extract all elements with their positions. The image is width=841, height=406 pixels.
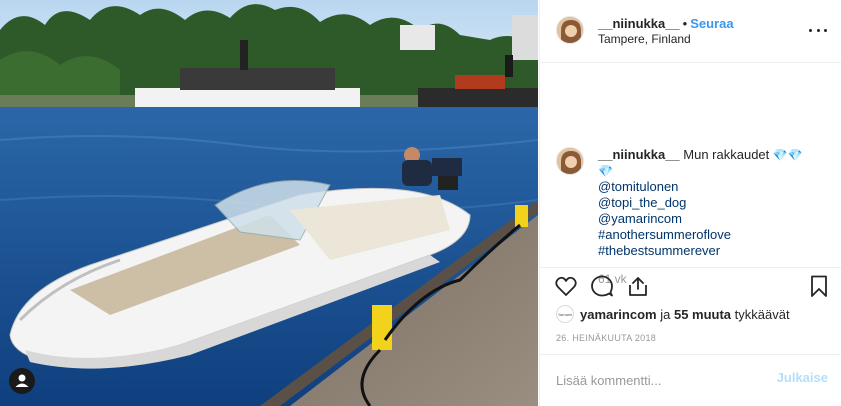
more-options-icon[interactable] [809,22,827,38]
author-username[interactable]: __niinukka__ [598,16,680,31]
user-tag-icon[interactable] [9,368,35,394]
hashtag-link[interactable]: #thebestsummerever [598,243,828,259]
bookmark-icon[interactable] [807,274,831,298]
caption-author-avatar[interactable] [556,147,584,175]
mention-link[interactable]: @tomitulonen [598,179,828,195]
post-location[interactable]: Tampere, Finland [598,32,691,46]
author-avatar[interactable] [556,16,584,44]
heart-icon[interactable] [554,274,578,298]
mention-link[interactable]: @yamarincom [598,211,828,227]
post-comment-button[interactable]: Julkaise [777,370,828,385]
post-header: __niinukka__ • Seuraa Tampere, Finland [540,0,841,63]
comment-icon[interactable] [590,274,614,298]
post-photo[interactable] [0,0,538,406]
share-icon[interactable] [626,274,650,298]
caption-username[interactable]: __niinukka__ [598,147,680,162]
post-side-panel: __niinukka__ • Seuraa Tampere, Finland __n… [539,0,841,406]
caption-text: __niinukka__ Mun rakkaudet 💎💎 💎 @tomitul… [598,147,828,259]
boat-photo-illustration [0,0,538,406]
separator-dot: • [682,16,688,31]
liker-username[interactable]: yamarincom [580,307,657,322]
mention-link[interactable]: @topi_the_dog [598,195,828,211]
post-date[interactable]: 26. HEINÄKUUTA 2018 [556,333,656,343]
gem-emoji: 💎 [598,164,613,178]
gem-emoji: 💎 [787,148,803,162]
liker-avatar[interactable]: Yamarin [556,305,574,323]
author-line: __niinukka__ • Seuraa [598,16,734,31]
follow-button[interactable]: Seuraa [690,16,733,31]
add-comment-section: Julkaise [540,354,841,406]
hashtag-link[interactable]: #anothersummeroflove [598,227,828,243]
gem-emoji: 💎 [772,148,788,162]
likes-joiner: ja [660,306,671,322]
likes-suffix: tykkäävät [734,306,790,322]
caption-area: __niinukka__ Mun rakkaudet 💎💎 💎 @tomitul… [540,63,841,286]
comment-input[interactable] [556,369,756,391]
likes-summary: Yamarin yamarincom ja 55 muuta tykkäävät [556,305,790,323]
likes-others-link[interactable]: 55 muuta [674,307,731,322]
action-bar [540,268,841,304]
caption-message: Mun rakkaudet [683,147,770,162]
